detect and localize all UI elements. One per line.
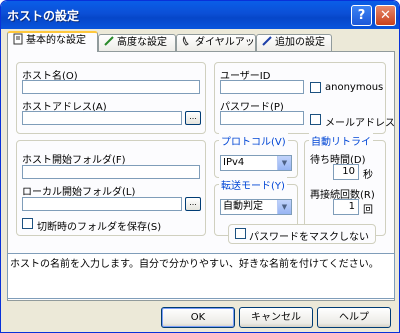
title-bar[interactable]: ホストの設定 ? ✕ [1, 1, 399, 29]
auto-retry-group: 待ち時間(D) 10 秒 再接続回数(R) 1 回 [304, 140, 386, 236]
close-button[interactable]: ✕ [375, 5, 396, 26]
mask-password-checkbox[interactable] [235, 228, 246, 239]
tab-additional-settings[interactable]: 追加の設定 [256, 34, 332, 52]
host-name-field[interactable] [22, 80, 200, 94]
pen-icon [262, 36, 272, 46]
auto-retry-label: 自動リトライ [309, 133, 373, 148]
host-address-browse-button[interactable]: ... [185, 111, 201, 125]
help-button[interactable]: ヘルプ [317, 307, 391, 328]
help-title-button[interactable]: ? [351, 5, 372, 26]
document-icon [13, 33, 23, 45]
chevron-down-icon: ▼ [277, 156, 291, 170]
host-settings-window: ホストの設定 ? ✕ 基本的な設定 高度な設定 ダイヤルアップ 追加の設定 ホス… [0, 0, 400, 333]
host-start-folder-field[interactable] [22, 165, 200, 179]
local-start-folder-label: ローカル開始フォルダ(L) [22, 187, 136, 198]
ok-button[interactable]: OK [161, 307, 235, 328]
folder-group: ホスト開始フォルダ(F) ローカル開始フォルダ(L) ... 切断時のフォルダを… [16, 140, 206, 236]
protocol-label: プロトコル(V) [219, 133, 288, 148]
local-folder-browse-button[interactable]: ... [185, 197, 201, 211]
host-group: ホスト名(O) ホストアドレス(A) ... [16, 62, 206, 134]
tab-dialup[interactable]: ダイヤルアップ [176, 34, 265, 52]
password-field[interactable] [220, 111, 304, 125]
reconnect-unit: 回 [363, 205, 373, 216]
transfer-mode-label: 転送モード(Y) [219, 177, 287, 192]
help-description: ホストの名前を入力します。自分で分かりやすい、好きな名前を付けてください。 [7, 253, 395, 299]
host-address-field[interactable] [22, 111, 182, 125]
mask-password-label: パスワードをマスクしない [249, 232, 369, 243]
local-start-folder-field[interactable] [22, 197, 182, 211]
user-group: ユーザーID anonymous パスワード(P) メールアドレス [214, 62, 395, 134]
tab-advanced-settings[interactable]: 高度な設定 [98, 34, 176, 52]
anonymous-checkbox[interactable] [310, 82, 321, 93]
window-title: ホストの設定 [7, 9, 80, 23]
reconnect-count-field[interactable]: 1 [333, 199, 359, 215]
mail-address-label: メールアドレス [325, 118, 395, 129]
user-id-field[interactable] [220, 80, 304, 94]
mail-address-checkbox[interactable] [310, 114, 321, 125]
host-start-folder-label: ホスト開始フォルダ(F) [22, 155, 126, 166]
wait-time-field[interactable]: 10 [333, 164, 359, 180]
protocol-select[interactable]: IPv4 ▼ [220, 155, 292, 171]
mask-password-group: パスワードをマスクしない [228, 224, 376, 244]
pencil-icon [104, 36, 114, 46]
save-folder-on-exit-checkbox[interactable] [22, 218, 33, 229]
cancel-button[interactable]: キャンセル [239, 307, 313, 328]
transfer-mode-select[interactable]: 自動判定 ▼ [220, 199, 292, 215]
chevron-down-icon: ▼ [277, 200, 291, 214]
phone-icon [182, 35, 189, 46]
wait-unit: 秒 [363, 170, 373, 181]
tab-basic-settings[interactable]: 基本的な設定 [7, 31, 98, 52]
anonymous-label: anonymous [325, 82, 384, 93]
save-folder-on-exit-label: 切断時のフォルダを保存(S) [37, 222, 162, 233]
